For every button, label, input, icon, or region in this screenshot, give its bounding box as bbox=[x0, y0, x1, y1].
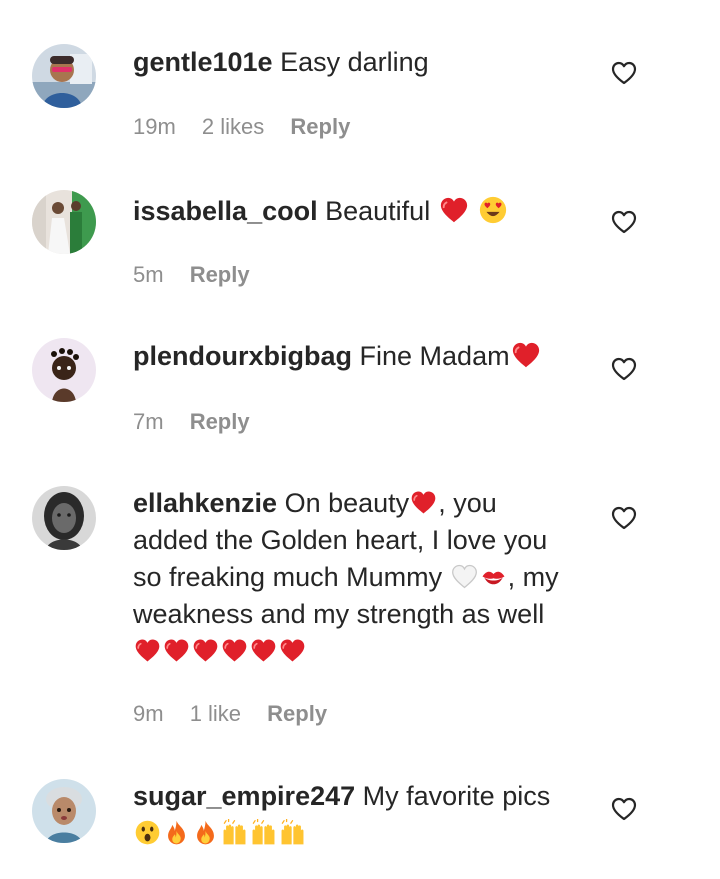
comment-username[interactable]: issabella_cool bbox=[133, 196, 318, 226]
comment-item: ellahkenzie On beauty, you added the Gol… bbox=[0, 458, 720, 762]
red-heart-emoji bbox=[134, 637, 161, 664]
comment-time: 19m bbox=[133, 114, 176, 139]
comment-username[interactable]: ellahkenzie bbox=[133, 488, 277, 518]
heart-outline-icon[interactable] bbox=[611, 61, 637, 85]
reply-button[interactable]: Reply bbox=[290, 114, 350, 139]
comment-time: 5m bbox=[133, 262, 164, 287]
reply-button[interactable]: Reply bbox=[190, 262, 250, 287]
red-heart-emoji bbox=[221, 637, 248, 664]
comment-body: Easy darling bbox=[280, 47, 429, 77]
avatar[interactable] bbox=[32, 779, 96, 843]
comment-meta: 9m 1 like Reply bbox=[133, 701, 347, 727]
heart-outline-icon[interactable] bbox=[611, 506, 637, 530]
avatar[interactable] bbox=[32, 338, 96, 402]
comment-item: issabella_cool Beautiful 5m Reply bbox=[0, 160, 720, 310]
raised-hands-emoji bbox=[221, 819, 248, 846]
white-heart-emoji bbox=[451, 563, 478, 590]
heart-outline-icon[interactable] bbox=[611, 210, 637, 234]
heart-outline-icon[interactable] bbox=[611, 357, 637, 381]
comment-time: 9m bbox=[133, 701, 164, 726]
fire-emoji bbox=[192, 819, 219, 846]
comment-meta: 5m Reply bbox=[133, 262, 270, 288]
comment-body: My favorite pics bbox=[362, 781, 551, 811]
comment-username[interactable]: gentle101e bbox=[133, 47, 273, 77]
avatar[interactable] bbox=[32, 486, 96, 550]
red-heart-emoji bbox=[511, 340, 541, 370]
comment-item: gentle101e Easy darling 19m 2 likes Repl… bbox=[0, 0, 720, 160]
red-heart-emoji bbox=[439, 195, 469, 225]
comment-item: plendourxbigbag Fine Madam 7m Reply bbox=[0, 310, 720, 458]
comment-body: Fine Madam bbox=[359, 341, 510, 371]
avatar[interactable] bbox=[32, 190, 96, 254]
raised-hands-emoji bbox=[250, 819, 277, 846]
fire-emoji bbox=[163, 819, 190, 846]
comment-username[interactable]: sugar_empire247 bbox=[133, 781, 355, 811]
red-heart-emoji bbox=[250, 637, 277, 664]
comment-likes[interactable]: 2 likes bbox=[202, 114, 264, 139]
comment-time: 7m bbox=[133, 409, 164, 434]
red-heart-emoji bbox=[163, 637, 190, 664]
heart-eyes-emoji bbox=[478, 195, 508, 225]
surprised-face-emoji bbox=[134, 819, 161, 846]
comment-body-part: On beauty bbox=[284, 488, 410, 518]
comment-text: ellahkenzie On beauty, you added the Gol… bbox=[133, 485, 573, 670]
red-heart-emoji bbox=[279, 637, 306, 664]
avatar[interactable] bbox=[32, 44, 96, 108]
comment-body: Beautiful bbox=[325, 196, 431, 226]
kiss-mark-emoji bbox=[480, 563, 507, 590]
comment-text: plendourxbigbag Fine Madam bbox=[133, 338, 573, 375]
red-heart-emoji bbox=[410, 489, 437, 516]
comment-username[interactable]: plendourxbigbag bbox=[133, 341, 352, 371]
heart-outline-icon[interactable] bbox=[611, 797, 637, 821]
comment-text: gentle101e Easy darling bbox=[133, 44, 573, 81]
raised-hands-emoji bbox=[279, 819, 306, 846]
reply-button[interactable]: Reply bbox=[267, 701, 327, 726]
comment-meta: 19m 2 likes Reply bbox=[133, 114, 370, 140]
comment-text: issabella_cool Beautiful bbox=[133, 193, 573, 230]
reply-button[interactable]: Reply bbox=[190, 409, 250, 434]
comment-text: sugar_empire247 My favorite pics bbox=[133, 778, 573, 852]
comment-likes[interactable]: 1 like bbox=[190, 701, 241, 726]
comment-meta: 7m Reply bbox=[133, 409, 270, 435]
comment-item: sugar_empire247 My favorite pics bbox=[0, 762, 720, 879]
red-heart-emoji bbox=[192, 637, 219, 664]
